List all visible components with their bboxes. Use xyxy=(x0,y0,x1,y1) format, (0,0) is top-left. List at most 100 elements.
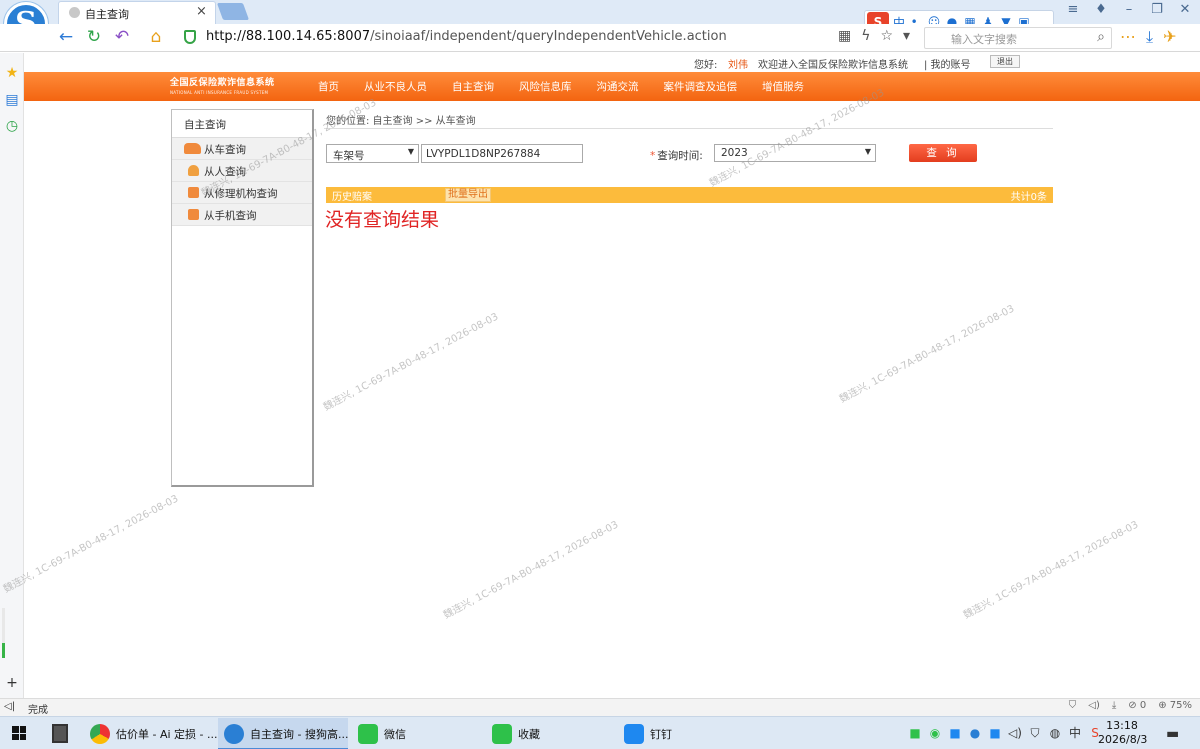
vin-input[interactable]: LVYPDL1D8NP267884 xyxy=(421,144,583,163)
lightning-icon[interactable]: ϟ xyxy=(861,28,870,44)
taskbar-app-favorites[interactable]: 收藏 xyxy=(486,718,616,749)
search-icon[interactable]: ⌕ xyxy=(1097,29,1105,45)
query-sidebar: 自主查询 从车查询 从人查询 从修理机构查询 从手机查询 xyxy=(171,109,314,487)
download-status-icon[interactable]: ⤓ xyxy=(1112,700,1116,711)
wechat-favorites-icon xyxy=(492,724,512,744)
star-icon[interactable]: ☆ xyxy=(880,28,893,44)
ime-tray-indicator[interactable]: 中 xyxy=(1068,726,1082,740)
browser-tools: ⋯ ⤓ ✈ xyxy=(1120,27,1176,47)
browser-sidebar: ★ ▤ ◷ + xyxy=(0,53,24,698)
sidebar-item-person[interactable]: 从人查询 xyxy=(172,160,312,182)
dropdown-icon[interactable]: ▾ xyxy=(903,28,910,44)
zoom-level[interactable]: ⊕ 75% xyxy=(1158,700,1192,711)
minimize-icon[interactable]: – xyxy=(1122,2,1136,22)
status-text: 完成 xyxy=(28,705,48,716)
my-account-link[interactable]: | 我的账号 xyxy=(924,56,971,71)
nav-home[interactable]: 首页 xyxy=(318,79,339,94)
shield-icon[interactable]: ⛉ xyxy=(1069,700,1077,711)
volume-tray-icon[interactable]: ◁) xyxy=(1008,726,1022,740)
new-tab-button[interactable] xyxy=(216,3,250,20)
menu-icon[interactable]: ≡ xyxy=(1066,2,1080,22)
security-tray-icon[interactable]: ■ xyxy=(988,726,1002,740)
sogou-browser-icon xyxy=(224,724,244,744)
taskbar-app-dingtalk[interactable]: 钉钉 xyxy=(618,718,748,749)
sidebar-item-repair-shop[interactable]: 从修理机构查询 xyxy=(172,182,312,204)
tab-title: 自主查询 xyxy=(85,8,129,21)
watermark: 魏连兴, 1C-69-7A-B0-48-17, 2026-08-03 xyxy=(837,303,1017,406)
back-icon[interactable]: ← xyxy=(56,27,76,47)
reader-icon[interactable]: ▤ xyxy=(4,92,20,108)
tools-icon[interactable]: ✈ xyxy=(1163,27,1176,47)
query-year-select[interactable]: 2023 ▼ xyxy=(714,144,876,162)
tab-current[interactable]: 自主查询 × xyxy=(58,1,216,24)
sogou-tray-icon[interactable]: ● xyxy=(968,726,982,740)
query-type-select[interactable]: 车架号 ▼ xyxy=(326,144,419,163)
car-icon xyxy=(184,143,201,154)
user-name: 刘伟 xyxy=(728,60,748,71)
favorites-star-icon[interactable]: ★ xyxy=(4,65,20,81)
clock-time: 13:18 xyxy=(1106,719,1138,732)
calculator-icon[interactable] xyxy=(52,724,68,743)
tray-app-icon[interactable]: ◉ xyxy=(928,726,942,740)
taskbar-app-label: 自主查询 - 搜狗高... xyxy=(250,728,349,741)
query-button[interactable]: 查 询 xyxy=(909,144,977,162)
query-year-value: 2023 xyxy=(721,147,748,159)
adblock-number: 0 xyxy=(1139,700,1147,711)
nav-bad-personnel[interactable]: 从业不良人员 xyxy=(364,79,427,94)
chevron-down-icon: ▼ xyxy=(864,147,871,156)
sidebar-item-phone[interactable]: 从手机查询 xyxy=(172,204,312,226)
sidebar-item-label: 从修理机构查询 xyxy=(204,188,278,200)
nav-risk-database[interactable]: 风险信息库 xyxy=(519,79,572,94)
chrome-icon xyxy=(90,724,110,744)
restore-icon[interactable]: ❐ xyxy=(1150,2,1164,22)
globe-tray-icon[interactable]: ◍ xyxy=(1048,726,1062,740)
refresh-icon[interactable]: ↻ xyxy=(84,27,104,47)
history-clock-icon[interactable]: ◷ xyxy=(4,118,20,134)
network-tray-icon[interactable]: ⛉ xyxy=(1028,726,1042,740)
system-clock[interactable]: 13:18 2026/8/3 xyxy=(1098,719,1147,747)
status-toggle-icon[interactable]: ◁| xyxy=(4,701,15,712)
wechat-tray-icon[interactable]: ■ xyxy=(908,726,922,740)
browser-statusbar: ◁| 完成 ⛉ ◁) ⤓ ⊘ 0 ⊕ 75% xyxy=(0,698,1200,716)
volume-icon[interactable]: ◁) xyxy=(1088,700,1100,711)
notification-icon[interactable]: ▬ xyxy=(1166,726,1179,742)
nav-value-added[interactable]: 增值服务 xyxy=(762,79,804,94)
more-icon[interactable]: ⋯ xyxy=(1120,27,1136,47)
nav-communication[interactable]: 沟通交流 xyxy=(597,79,639,94)
address-bar: ← ↻ ↶ ⌂ http://88.100.14.65:8007/sinoiaa… xyxy=(0,24,1200,52)
dingtalk-tray-icon[interactable]: ■ xyxy=(948,726,962,740)
sidebar-item-vehicle[interactable]: 从车查询 xyxy=(172,138,312,160)
download-icon[interactable]: ⤓ xyxy=(1146,27,1153,47)
taskbar-app-label: 微信 xyxy=(384,728,406,741)
tab-close-icon[interactable]: × xyxy=(196,4,207,19)
security-shield-icon[interactable] xyxy=(184,30,196,44)
skin-icon[interactable]: ♦ xyxy=(1094,2,1108,22)
add-icon[interactable]: + xyxy=(4,675,20,691)
site-logo: 全国反保险欺诈信息系统 NATIONAL ANTI INSURANCE FRAU… xyxy=(170,75,298,99)
undo-icon[interactable]: ↶ xyxy=(112,27,132,47)
url-field[interactable]: http://88.100.14.65:8007/sinoiaaf/indepe… xyxy=(206,29,727,44)
qr-code-icon[interactable]: ▦ xyxy=(838,28,851,44)
sidebar-item-label: 从车查询 xyxy=(204,144,246,156)
home-icon[interactable]: ⌂ xyxy=(146,27,166,47)
adblock-count[interactable]: ⊘ 0 xyxy=(1128,700,1146,711)
nav-case-investigation[interactable]: 案件调查及追偿 xyxy=(664,79,738,94)
logout-button[interactable]: 退出 xyxy=(990,55,1020,68)
taskbar-app-wechat[interactable]: 微信 xyxy=(352,718,482,749)
taskbar-app-label: 估价单 - Ai 定损 - ... xyxy=(116,728,218,741)
tab-favicon-icon xyxy=(69,7,80,18)
taskbar-app-sogou[interactable]: 自主查询 - 搜狗高... xyxy=(218,718,348,749)
query-type-value: 车架号 xyxy=(333,150,365,162)
system-tray: ■ ◉ ■ ● ■ ◁) ⛉ ◍ 中 S xyxy=(908,726,1102,740)
windows-start-icon[interactable] xyxy=(12,726,26,740)
close-window-icon[interactable]: ✕ xyxy=(1178,2,1192,22)
address-actions: ▦ ϟ ☆ ▾ xyxy=(838,28,910,44)
nav-self-query[interactable]: 自主查询 xyxy=(452,79,494,94)
batch-export-button[interactable]: 批量导出 xyxy=(445,188,491,202)
search-input[interactable]: 输入文字搜索 ⌕ xyxy=(924,27,1112,49)
breadcrumb-divider xyxy=(324,128,1053,129)
greeting-text: 您好: xyxy=(694,60,718,71)
taskbar-app-chrome[interactable]: 估价单 - Ai 定损 - ... xyxy=(84,718,218,749)
zoom-value: 75% xyxy=(1169,700,1192,711)
taskbar-app-label: 收藏 xyxy=(518,728,540,741)
